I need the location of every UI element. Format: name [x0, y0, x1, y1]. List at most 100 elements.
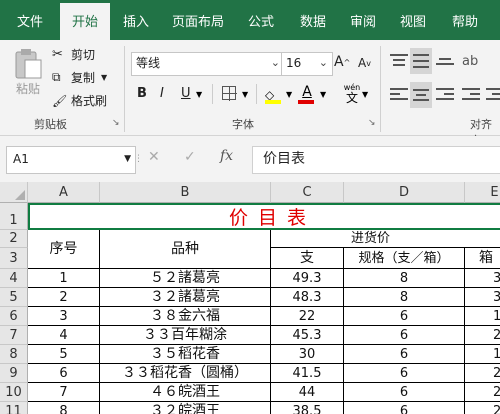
select-all-corner[interactable] [0, 182, 28, 203]
fill-color-button[interactable]: ◇ [265, 84, 283, 104]
variety-cell[interactable]: ４６皖酒王 [100, 383, 271, 402]
font-name-select[interactable]: 等线 ⌄ [131, 52, 285, 76]
row-header-7[interactable]: 7 [0, 326, 28, 345]
tab-formulas[interactable]: 公式 [238, 0, 284, 40]
spec-cell[interactable]: 6 [344, 307, 465, 326]
chevron-down-icon[interactable]: ▼ [101, 73, 107, 82]
index-cell[interactable]: 1 [28, 269, 100, 288]
align-left-icon[interactable] [390, 88, 408, 102]
tab-help[interactable]: 帮助 [442, 0, 488, 40]
price-cell[interactable]: 44 [271, 383, 344, 402]
name-box[interactable]: A1 ▼ [6, 146, 136, 174]
variety-cell[interactable]: ３２諸葛亮 [100, 288, 271, 307]
price-cell[interactable]: 30 [271, 345, 344, 364]
index-cell[interactable]: 7 [28, 383, 100, 402]
header-next-cell[interactable]: 箱 [465, 248, 500, 269]
font-size-select[interactable]: 16 ⌄ [281, 52, 333, 76]
index-cell[interactable]: 4 [28, 326, 100, 345]
spec-cell[interactable]: 8 [344, 269, 465, 288]
tab-file[interactable]: 文件 [0, 0, 60, 40]
increase-indent-icon[interactable] [486, 88, 500, 102]
font-launcher-icon[interactable]: ↘ [368, 118, 376, 128]
header-index-cell[interactable]: 序号 [28, 230, 100, 269]
price-cell[interactable]: 22 [271, 307, 344, 326]
box-price-cell[interactable]: 24 [465, 364, 500, 383]
italic-button[interactable]: I [160, 86, 164, 101]
shrink-font-button[interactable]: Av [358, 56, 371, 70]
paste-button[interactable]: 粘贴 [10, 48, 46, 98]
header-purchase-cell[interactable]: 进货价 [271, 230, 500, 248]
index-cell[interactable]: 2 [28, 288, 100, 307]
borders-icon[interactable] [222, 86, 237, 101]
box-price-cell[interactable]: 39 [465, 269, 500, 288]
chevron-down-icon[interactable]: ▼ [362, 90, 368, 99]
tab-view[interactable]: 视图 [390, 0, 436, 40]
bold-button[interactable]: B [137, 86, 147, 101]
align-right-icon[interactable] [436, 88, 454, 102]
variety-cell[interactable]: ３３稻花香（圆桶） [100, 364, 271, 383]
chevron-down-icon[interactable]: ▼ [242, 90, 248, 99]
price-cell[interactable]: 48.3 [271, 288, 344, 307]
index-cell[interactable]: 6 [28, 364, 100, 383]
box-price-cell[interactable]: 26 [465, 383, 500, 402]
cut-button[interactable]: ✂ 剪切 [52, 46, 95, 63]
spec-cell[interactable]: 6 [344, 345, 465, 364]
align-middle-icon[interactable] [410, 48, 432, 74]
tab-insert[interactable]: 插入 [112, 0, 160, 40]
column-header-c[interactable]: C [271, 182, 344, 203]
variety-cell[interactable]: ５２諸葛亮 [100, 269, 271, 288]
header-variety-cell[interactable]: 品种 [100, 230, 271, 269]
price-cell[interactable]: 41.5 [271, 364, 344, 383]
spec-cell[interactable]: 8 [344, 288, 465, 307]
box-price-cell[interactable]: 23 [465, 402, 500, 414]
header-unit-cell[interactable]: 支 [271, 248, 344, 269]
underline-button[interactable]: U [181, 86, 191, 101]
sheet-title-cell[interactable]: 价 目 表 [28, 203, 500, 230]
index-cell[interactable]: 3 [28, 307, 100, 326]
row-header-2[interactable]: 2 [0, 230, 28, 248]
tab-data[interactable]: 数据 [290, 0, 336, 40]
column-header-e[interactable]: E [465, 182, 500, 203]
phonetic-guide-button[interactable]: wén 文 [340, 82, 364, 108]
spec-cell[interactable]: 6 [344, 402, 465, 414]
formula-input[interactable]: 价目表 [252, 146, 500, 174]
column-header-d[interactable]: D [344, 182, 465, 203]
price-cell[interactable]: 49.3 [271, 269, 344, 288]
index-cell[interactable]: 8 [28, 402, 100, 414]
copy-button[interactable]: ⧉ 复制 ▼ [52, 69, 107, 86]
align-bottom-icon[interactable] [436, 54, 454, 68]
format-painter-button[interactable]: 🖌 格式刷 [52, 92, 107, 109]
chevron-down-icon[interactable]: ▼ [196, 90, 202, 99]
spec-cell[interactable]: 6 [344, 364, 465, 383]
cancel-icon[interactable]: ✕ [148, 149, 160, 165]
box-price-cell[interactable]: 27 [465, 326, 500, 345]
row-header-8[interactable]: 8 [0, 345, 28, 364]
row-header-11[interactable]: 11 [0, 402, 28, 414]
variety-cell[interactable]: ３２皖酒王 [100, 402, 271, 414]
chevron-down-icon[interactable]: ▼ [320, 90, 326, 99]
row-header-1[interactable]: 1 [0, 203, 28, 230]
row-header-4[interactable]: 4 [0, 269, 28, 288]
price-cell[interactable]: 45.3 [271, 326, 344, 345]
row-header-5[interactable]: 5 [0, 288, 28, 307]
chevron-down-icon[interactable]: ▼ [286, 90, 292, 99]
variety-cell[interactable]: ３３百年糊涂 [100, 326, 271, 345]
header-spec-cell[interactable]: 规格（支／箱） [344, 248, 465, 269]
column-header-b[interactable]: B [100, 182, 271, 203]
orientation-icon[interactable]: ab [462, 54, 484, 69]
row-header-9[interactable]: 9 [0, 364, 28, 383]
decrease-indent-icon[interactable] [462, 88, 480, 102]
insert-function-icon[interactable]: fx [220, 148, 233, 164]
variety-cell[interactable]: ３８金六福 [100, 307, 271, 326]
box-price-cell[interactable]: 13 [465, 307, 500, 326]
price-cell[interactable]: 38.5 [271, 402, 344, 414]
row-header-6[interactable]: 6 [0, 307, 28, 326]
tab-home[interactable]: 开始 [60, 0, 110, 43]
column-header-a[interactable]: A [28, 182, 100, 203]
spec-cell[interactable]: 6 [344, 326, 465, 345]
box-price-cell[interactable]: 38 [465, 288, 500, 307]
font-color-button[interactable]: A [298, 84, 316, 104]
tab-page-layout[interactable]: 页面布局 [163, 0, 233, 40]
row-header-3[interactable]: 3 [0, 248, 28, 269]
align-top-icon[interactable] [390, 54, 408, 68]
